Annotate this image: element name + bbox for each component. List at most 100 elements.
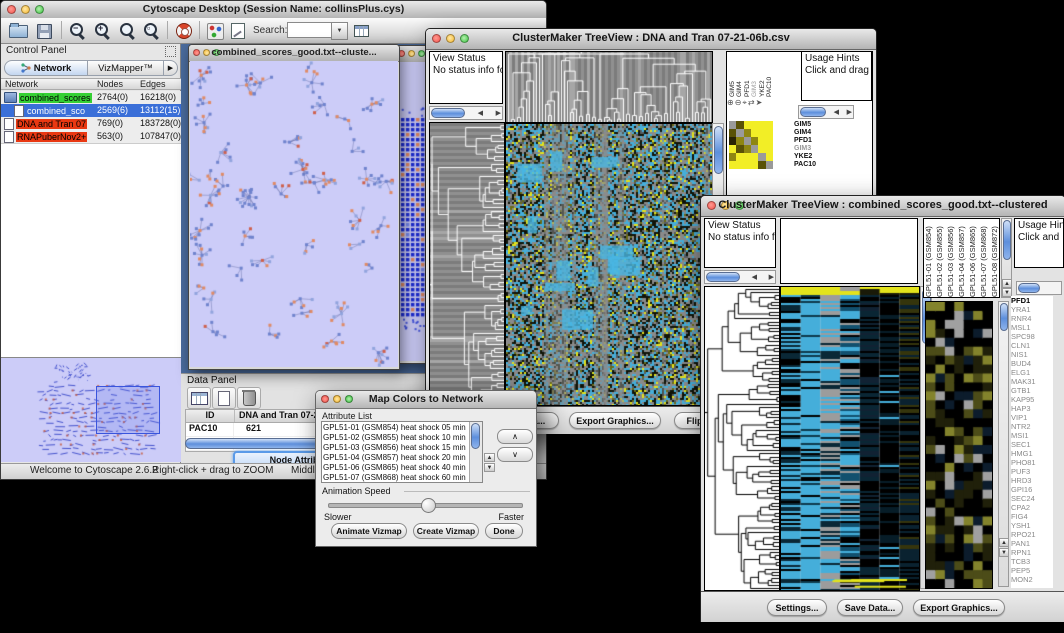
matrix-cell[interactable] [744, 137, 751, 145]
tv2-collabel-vscrollbar[interactable]: ▲ ▼ [1001, 218, 1012, 298]
zoom-out-button[interactable]: − [67, 21, 89, 41]
scroll-left-icon[interactable]: ◀ [752, 274, 757, 281]
tv1-left-hscrollbar[interactable]: ◀ ▶ [429, 106, 503, 120]
tv2-zoom-vscrollbar[interactable]: ▲ ▼ [998, 301, 1009, 587]
dialog-titlebar[interactable]: Map Colors to Network [316, 391, 536, 409]
attribute-item[interactable]: GPL51-07 (GSM868) heat shock 60 min [323, 473, 469, 483]
scroll-right-icon[interactable]: ▶ [496, 110, 501, 117]
network-row[interactable]: combined_sco2569(6)13112(15) [1, 104, 181, 117]
matrix-cell[interactable] [729, 153, 736, 161]
matrix-cell[interactable] [729, 161, 736, 169]
attribute-list[interactable]: GPL51-01 (GSM854) heat shock 05 minGPL51… [321, 421, 483, 483]
flip-icon[interactable]: ⇄ [748, 98, 756, 107]
matrix-cell[interactable] [736, 145, 743, 153]
zoom-in-icon[interactable]: ⊕ [727, 98, 735, 107]
network-row[interactable]: DNA and Tran 07769(0)183728(0) [1, 117, 181, 130]
attribute-item[interactable]: GPL51-02 (GSM855) heat shock 10 min [323, 433, 469, 443]
network1-graph-canvas[interactable] [190, 61, 398, 367]
overview-viewport-rect[interactable] [96, 386, 160, 434]
network-row[interactable]: RNAPuberNov2+563(0)107847(0) [1, 130, 181, 143]
zoom-fit-button[interactable] [117, 21, 139, 41]
scroll-right-icon[interactable]: ▶ [769, 274, 774, 281]
matrix-cell[interactable] [736, 129, 743, 137]
matrix-cell[interactable] [744, 121, 751, 129]
matrix-cell[interactable] [766, 145, 773, 153]
scroll-left-icon[interactable]: ◀ [834, 109, 839, 116]
vscroll-thumb[interactable] [1003, 220, 1011, 260]
matrix-cell[interactable] [736, 137, 743, 145]
main-titlebar[interactable]: Cytoscape Desktop (Session Name: collins… [1, 1, 546, 19]
scroll-down-icon[interactable]: ▼ [999, 548, 1009, 557]
matrix-cell[interactable] [729, 129, 736, 137]
matrix-cell[interactable] [729, 121, 736, 129]
matrix-cell[interactable] [751, 145, 758, 153]
float-panel-icon[interactable] [165, 46, 176, 57]
scroll-up-icon[interactable]: ▲ [999, 538, 1009, 547]
network-overview-panel[interactable] [1, 357, 181, 462]
matrix-cell[interactable] [751, 121, 758, 129]
vscroll-thumb[interactable] [471, 423, 480, 449]
matrix-cell[interactable] [744, 161, 751, 169]
attribute-item[interactable]: GPL51-01 (GSM854) heat shock 05 min [323, 423, 469, 433]
tv2-usage-hscrollbar[interactable] [1016, 281, 1062, 295]
matrix-cell[interactable] [758, 145, 765, 153]
help-button[interactable] [173, 21, 195, 41]
tv2-zoom-heatmap[interactable] [925, 301, 993, 589]
scroll-left-icon[interactable]: ◀ [478, 110, 483, 117]
open-file-button[interactable] [7, 21, 29, 41]
tv1-zoom-heatmap[interactable] [729, 121, 773, 169]
animate-vizmap-button[interactable]: Animate Vizmap [331, 523, 407, 539]
matrix-cell[interactable] [744, 129, 751, 137]
tv2-row-dendrogram[interactable] [704, 286, 780, 591]
matrix-cell[interactable] [758, 153, 765, 161]
zoom-in-button[interactable]: + [92, 21, 114, 41]
matrix-cell[interactable] [766, 129, 773, 137]
slider-thumb[interactable] [421, 498, 436, 513]
search-input[interactable] [287, 22, 333, 38]
matrix-cell[interactable] [766, 161, 773, 169]
animation-speed-slider[interactable] [328, 503, 523, 508]
hscroll-thumb[interactable] [431, 108, 465, 118]
attribute-item[interactable]: GPL51-06 (GSM865) heat shock 40 min [323, 463, 469, 473]
matrix-cell[interactable] [729, 145, 736, 153]
matrix-cell[interactable] [736, 161, 743, 169]
matrix-cell[interactable] [758, 137, 765, 145]
matrix-cell[interactable] [751, 129, 758, 137]
treeview1-titlebar[interactable]: ClusterMaker TreeView : DNA and Tran 07-… [426, 29, 876, 50]
matrix-cell[interactable] [736, 121, 743, 129]
scroll-up-icon[interactable]: ▲ [484, 453, 495, 462]
pointer-icon[interactable]: ➤ [756, 98, 764, 107]
hscroll-thumb[interactable] [1018, 283, 1040, 293]
network1-titlebar[interactable]: combined_scores_good.txt--cluste... [189, 45, 399, 62]
tv1-column-dendrogram[interactable] [505, 51, 713, 123]
scroll-down-icon[interactable]: ▼ [484, 463, 495, 472]
annotation-button[interactable] [227, 21, 249, 41]
matrix-cell[interactable] [751, 137, 758, 145]
matrix-cell[interactable] [766, 153, 773, 161]
attribute-list-vscrollbar[interactable] [469, 422, 482, 482]
select-attributes-button[interactable] [187, 387, 211, 409]
scroll-right-icon[interactable]: ▶ [847, 109, 852, 116]
delete-attribute-button[interactable] [237, 387, 261, 409]
create-attribute-button[interactable] [212, 387, 236, 409]
tv2-heatmap[interactable] [780, 286, 920, 591]
vscroll-thumb[interactable] [1000, 303, 1008, 331]
move-down-button[interactable]: ∨ [497, 447, 533, 462]
settings-button[interactable]: Settings... [767, 599, 827, 616]
attribute-item[interactable]: GPL51-03 (GSM856) heat shock 15 min [323, 443, 469, 453]
table-panel-button[interactable] [350, 21, 372, 41]
save-data-button[interactable]: Save Data... [837, 599, 903, 616]
done-button[interactable]: Done [485, 523, 523, 539]
tv1-heatmap[interactable] [505, 123, 713, 406]
matrix-cell[interactable] [758, 161, 765, 169]
move-up-button[interactable]: ∧ [497, 429, 533, 444]
zoom-window-icon[interactable] [418, 50, 425, 57]
matrix-cell[interactable] [766, 137, 773, 145]
create-vizmap-button[interactable]: Create Vizmap [413, 523, 479, 539]
matrix-cell[interactable] [744, 145, 751, 153]
matrix-cell[interactable] [766, 121, 773, 129]
search-dropdown-button[interactable]: ▼ [331, 22, 348, 40]
matrix-cell[interactable] [751, 161, 758, 169]
tv1-zoom-hscrollbar[interactable]: ◀ ▶ [798, 105, 854, 119]
export-graphics-button[interactable]: Export Graphics... [569, 412, 661, 429]
